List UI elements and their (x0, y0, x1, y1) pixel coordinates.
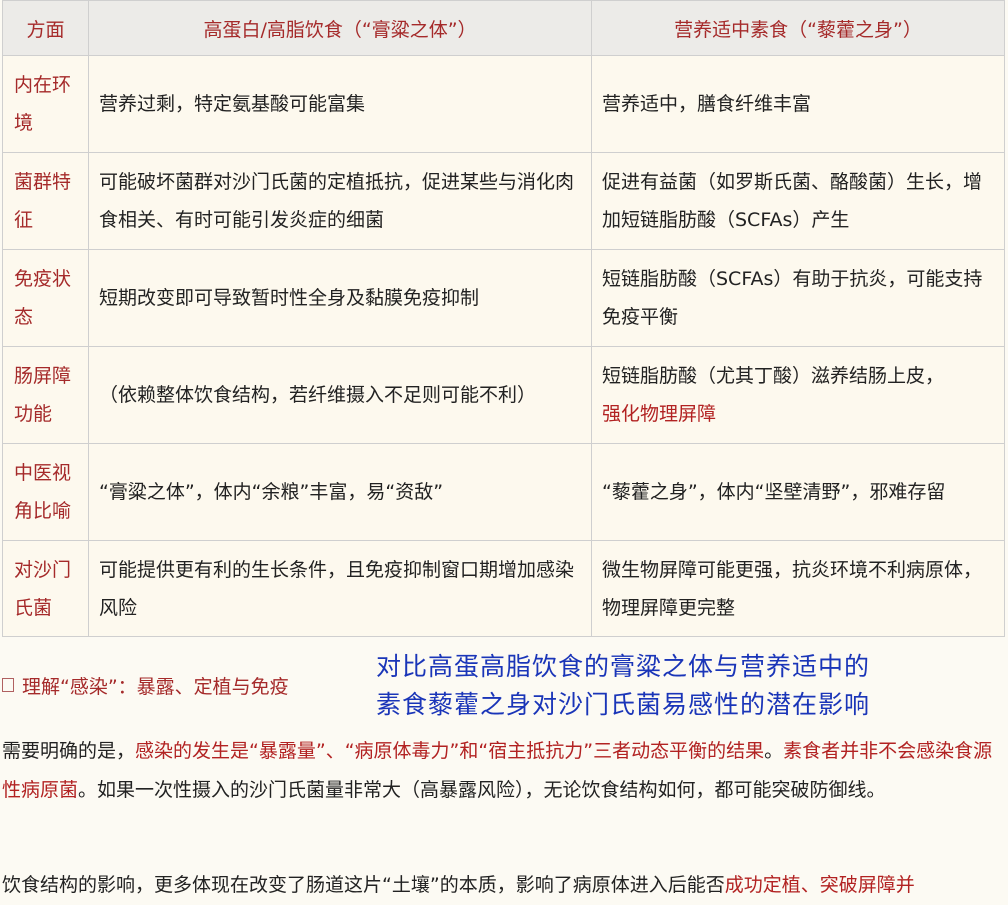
row-veg-highlight: 强化物理屏障 (602, 403, 717, 425)
table-row: 中医视角比喻 “膏粱之体”，体内“余粮”丰富，易“资敌” “藜藿之身”，体内“坚… (2, 443, 1005, 541)
table-header-row: 方面 高蛋白/高脂饮食（“膏粱之体”） 营养适中素食（“藜藿之身”） (2, 0, 1005, 56)
table-row: 菌群特征 可能破坏菌群对沙门氏菌的定植抵抗，促进某些与消化肉食相关、有时可能引发… (2, 152, 1005, 250)
row-aspect: 肠屏障功能 (2, 346, 89, 444)
row-veg-cell: 营养适中，膳食纤维丰富 (591, 55, 1005, 153)
para1-text: 需要明确的是， (2, 740, 136, 762)
paragraph-diet-influence: 饮食结构的影响，更多体现在改变了肠道这片“土壤”的本质，影响了病原体进入后能否成… (2, 866, 1006, 905)
row-high-cell: 可能提供更有利的生长条件，且免疫抑制窗口期增加感染风险 (88, 540, 592, 637)
row-veg-cell: 短链脂肪酸（尤其丁酸）滋养结肠上皮， 强化物理屏障 (591, 346, 1005, 444)
row-high-cell: “膏粱之体”，体内“余粮”丰富，易“资敌” (88, 443, 592, 541)
row-veg-cell: 促进有益菌（如罗斯氏菌、酪酸菌）生长，增加短链脂肪酸（SCFAs）产生 (591, 152, 1005, 250)
row-aspect: 内在环境 (2, 55, 89, 153)
row-veg-cell: “藜藿之身”，体内“坚壁清野”，邪难存留 (591, 443, 1005, 541)
table-row: 免疫状态 短期改变即可导致暂时性全身及黏膜免疫抑制 短链脂肪酸（SCFAs）有助… (2, 249, 1005, 347)
paragraph-infection: 需要明确的是，感染的发生是“暴露量”、“病原体毒力”和“宿主抵抗力”三者动态平衡… (2, 732, 1006, 810)
row-high-cell: 短期改变即可导致暂时性全身及黏膜免疫抑制 (88, 249, 592, 347)
checkbox-icon (2, 678, 14, 692)
header-high-protein-fat: 高蛋白/高脂饮食（“膏粱之体”） (88, 0, 592, 56)
row-aspect: 菌群特征 (2, 152, 89, 250)
table-row: 内在环境 营养过剩，特定氨基酸可能富集 营养适中，膳食纤维丰富 (2, 55, 1005, 153)
caption-line-2: 素食藜藿之身对沙门氏菌易感性的潜在影响 (376, 690, 871, 719)
row-aspect: 对沙门氏菌 (2, 540, 89, 637)
table-row: 对沙门氏菌 可能提供更有利的生长条件，且免疫抑制窗口期增加感染风险 微生物屏障可… (2, 540, 1005, 637)
row-veg-text: 短链脂肪酸（尤其丁酸）滋养结肠上皮， (602, 365, 945, 387)
header-aspect: 方面 (2, 0, 89, 56)
row-high-cell: 营养过剩，特定氨基酸可能富集 (88, 55, 592, 153)
section-heading: 理解“感染”：暴露、定植与免疫 (2, 672, 289, 699)
para2-text: 饮食结构的影响，更多体现在改变了肠道这片“土壤”的本质，影响了病原体进入后能否 (2, 874, 725, 896)
row-veg-cell: 微生物屏障可能更强，抗炎环境不利病原体，物理屏障更完整 (591, 540, 1005, 637)
para2-highlight: 成功定植、突破屏障并 (724, 874, 915, 896)
caption-line-1: 对比高蛋高脂饮食的膏粱之体与营养适中的 (376, 652, 871, 681)
section-heading-text: 理解“感染”：暴露、定植与免疫 (22, 676, 289, 698)
table-row: 肠屏障功能 （依赖整体饮食结构，若纤维摄入不足则可能不利） 短链脂肪酸（尤其丁酸… (2, 346, 1005, 444)
row-high-cell: （依赖整体饮食结构，若纤维摄入不足则可能不利） (88, 346, 592, 444)
row-aspect: 免疫状态 (2, 249, 89, 347)
para1-highlight: 感染的发生是“暴露量”、“病原体毒力”和“宿主抵抗力”三者动态平衡的结果 (135, 740, 765, 762)
row-high-cell: 可能破坏菌群对沙门氏菌的定植抵抗，促进某些与消化肉食相关、有时可能引发炎症的细菌 (88, 152, 592, 250)
para1-text: 。如果一次性摄入的沙门氏菌量非常大（高暴露风险），无论饮食结构如何，都可能突破防… (78, 779, 886, 801)
comparison-table: 方面 高蛋白/高脂饮食（“膏粱之体”） 营养适中素食（“藜藿之身”） 内在环境 … (2, 0, 1005, 637)
image-caption-overlay: 对比高蛋高脂饮食的膏粱之体与营养适中的 素食藜藿之身对沙门氏菌易感性的潜在影响 (376, 648, 1006, 724)
row-aspect: 中医视角比喻 (2, 443, 89, 541)
header-moderate-vegetarian: 营养适中素食（“藜藿之身”） (591, 0, 1005, 56)
para1-text: 。 (764, 740, 784, 762)
row-veg-cell: 短链脂肪酸（SCFAs）有助于抗炎，可能支持免疫平衡 (591, 249, 1005, 347)
